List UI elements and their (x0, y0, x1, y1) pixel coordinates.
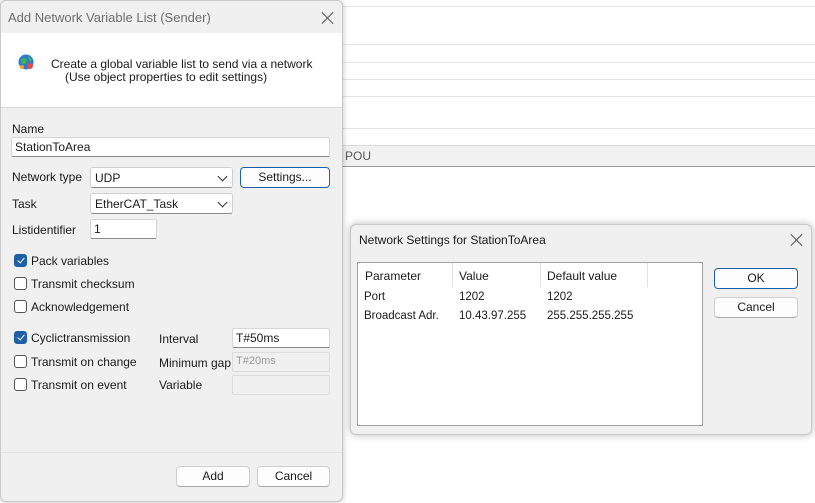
bg-divider (340, 62, 815, 63)
table-cell-value[interactable]: 1202 (459, 291, 485, 303)
minimum-gap-value: T#20ms (236, 355, 276, 367)
network-settings-dialog: Network Settings for StationToArea Param… (350, 224, 812, 435)
header-hint: (Use object properties to edit settings) (65, 70, 268, 84)
minimum-gap-input: T#20ms (232, 352, 330, 372)
column-divider (540, 263, 541, 287)
header-description: Create a global variable list to send vi… (51, 57, 313, 71)
ok-button[interactable]: OK (714, 268, 798, 289)
settings-button[interactable]: Settings... (240, 167, 330, 188)
column-header-default-value: Default value (547, 269, 618, 283)
network-cancel-button[interactable]: Cancel (714, 297, 798, 318)
column-divider (452, 263, 453, 287)
name-input-value: StationToArea (15, 140, 91, 154)
column-divider (647, 263, 648, 287)
task-select[interactable]: EtherCAT_Task (90, 193, 233, 214)
bg-divider (340, 44, 815, 45)
transmit-on-event-label: Transmit on event (31, 378, 127, 392)
pack-variables-checkbox[interactable] (14, 254, 27, 267)
globe-network-icon (18, 54, 34, 70)
listidentifier-label: Listidentifier (12, 223, 77, 237)
interval-value: T#50ms (236, 331, 280, 345)
variable-label: Variable (159, 378, 203, 392)
network-type-value: UDP (95, 171, 121, 185)
task-value: EtherCAT_Task (95, 197, 179, 211)
parameter-table: Parameter Value Default value Port 1202 … (357, 262, 703, 426)
acknowledgement-label: Acknowledgement (31, 300, 130, 314)
dialog-header: Create a global variable list to send vi… (1, 33, 342, 108)
transmit-on-event-checkbox[interactable] (14, 378, 27, 391)
chevron-down-icon (217, 197, 228, 208)
transmit-checksum-label: Transmit checksum (31, 277, 135, 291)
transmit-on-change-checkbox[interactable] (14, 355, 27, 368)
bg-divider (340, 96, 815, 97)
cyclic-transmission-checkbox[interactable] (14, 331, 27, 344)
column-header-value: Value (459, 269, 489, 283)
pou-label: POU (345, 149, 372, 163)
minimum-gap-label: Minimum gap (159, 356, 232, 370)
table-cell-parameter[interactable]: Broadcast Adr. (364, 310, 439, 322)
interval-label: Interval (159, 332, 199, 346)
table-cell-default: 255.255.255.255 (547, 310, 634, 322)
interval-input[interactable]: T#50ms (232, 328, 330, 348)
name-label: Name (12, 122, 45, 136)
bg-divider (340, 128, 815, 129)
network-type-label: Network type (12, 170, 83, 184)
add-network-variable-list-dialog: Add Network Variable List (Sender) Creat… (0, 0, 343, 502)
task-label: Task (12, 197, 37, 211)
add-button[interactable]: Add (176, 466, 250, 487)
bg-divider (340, 6, 815, 7)
pou-header: POU (340, 145, 815, 167)
transmit-on-change-label: Transmit on change (31, 355, 137, 369)
close-icon[interactable] (320, 10, 336, 26)
network-dialog-title: Network Settings for StationToArea (359, 233, 546, 247)
cancel-button[interactable]: Cancel (257, 466, 330, 487)
bg-divider (340, 79, 815, 80)
network-type-select[interactable]: UDP (90, 167, 233, 188)
transmit-checksum-checkbox[interactable] (14, 277, 27, 290)
column-header-parameter: Parameter (365, 269, 422, 283)
acknowledgement-checkbox[interactable] (14, 300, 27, 313)
variable-input (232, 375, 330, 395)
footer-divider (1, 452, 342, 453)
name-input[interactable]: StationToArea (11, 137, 330, 157)
table-cell-parameter[interactable]: Port (364, 291, 385, 303)
close-icon[interactable] (789, 232, 805, 248)
pack-variables-label: Pack variables (31, 254, 110, 268)
cyclic-transmission-label: Cyclictransmission (31, 331, 131, 345)
title-bar: Add Network Variable List (Sender) (1, 1, 342, 33)
chevron-down-icon (217, 171, 228, 182)
table-cell-value[interactable]: 10.43.97.255 (459, 310, 526, 322)
listidentifier-input[interactable]: 1 (90, 219, 157, 239)
table-cell-default: 1202 (547, 291, 573, 303)
listidentifier-value: 1 (94, 222, 101, 236)
dialog-title: Add Network Variable List (Sender) (8, 10, 211, 25)
